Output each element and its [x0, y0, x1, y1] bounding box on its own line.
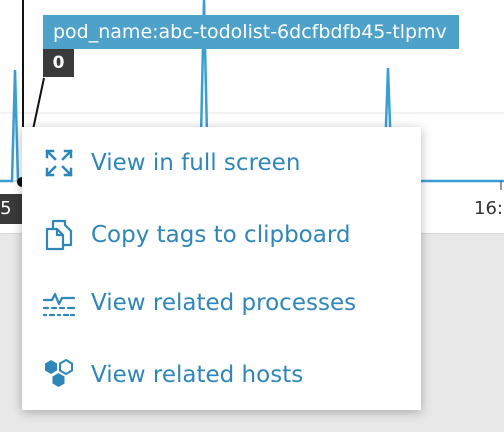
menu-item-view-hosts[interactable]: View related hosts — [22, 347, 421, 403]
menu-item-copy-tags[interactable]: Copy tags to clipboard — [22, 207, 421, 263]
hosts-icon — [42, 358, 76, 392]
graph-context-menu: View in full screen Copy tags to clipboa… — [22, 127, 421, 410]
series-tooltip-label: pod_name:abc-todolist-6dcfbdfb45-tlpmv — [43, 15, 459, 49]
fullscreen-icon — [42, 146, 76, 180]
menu-item-label: Copy tags to clipboard — [91, 222, 351, 248]
menu-item-label: View related processes — [91, 290, 357, 316]
menu-item-view-processes[interactable]: View related processes — [22, 275, 421, 331]
menu-item-label: View related hosts — [91, 362, 304, 388]
processes-icon — [42, 286, 76, 320]
menu-item-label: View in full screen — [91, 150, 301, 176]
value-badge: 0 — [43, 49, 74, 77]
x-axis-tick-label-right: 16: — [474, 198, 503, 219]
menu-item-view-full-screen[interactable]: View in full screen — [22, 135, 421, 191]
copy-icon — [42, 218, 76, 252]
